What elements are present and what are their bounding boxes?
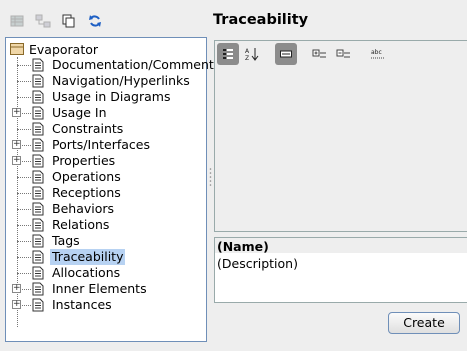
tree-item-label: Receptions	[52, 185, 121, 200]
copy-icon[interactable]	[58, 10, 80, 32]
tree-item[interactable]: + Properties	[6, 153, 206, 169]
panel-title: Traceability	[213, 12, 309, 28]
document-icon	[32, 170, 44, 184]
expand-toggle[interactable]: +	[12, 300, 21, 309]
collapse-all-icon[interactable]	[333, 43, 355, 65]
tree-item[interactable]: Documentation/Comments	[6, 57, 220, 73]
tree-item-label: Constraints	[52, 121, 124, 136]
tree-item-label: Ports/Interfaces	[52, 137, 150, 152]
tree-connector	[17, 273, 31, 274]
tree-root[interactable]: Evaporator	[10, 41, 98, 57]
tree-root-label: Evaporator	[29, 41, 99, 57]
expand-toggle[interactable]: +	[12, 156, 21, 165]
svg-text:abc: abc	[371, 49, 382, 56]
tree-connector	[17, 257, 31, 258]
tree-item-label: Properties	[52, 153, 116, 168]
document-icon	[32, 122, 44, 136]
show-description-icon[interactable]	[275, 43, 297, 65]
document-icon	[32, 250, 44, 264]
tree-item[interactable]: + Inner Elements	[6, 281, 206, 297]
tree-connector	[17, 81, 31, 82]
tree-item-label: Instances	[52, 297, 112, 312]
tree-connector	[17, 65, 31, 66]
splitter-handle[interactable]	[209, 167, 212, 187]
refresh-icon[interactable]	[84, 10, 106, 32]
tree-connector	[17, 97, 31, 98]
tree-connector	[17, 193, 31, 194]
property-toolbar: AZ abc	[217, 43, 389, 65]
document-icon	[32, 90, 44, 104]
element-tree[interactable]: Evaporator Documentation/Comments Navigat…	[5, 37, 220, 342]
document-icon	[32, 154, 44, 168]
tree-connector	[17, 225, 31, 226]
tree-connector	[17, 177, 31, 178]
tree-item[interactable]: + Instances	[6, 297, 206, 313]
document-icon	[32, 138, 44, 152]
document-icon	[32, 298, 44, 312]
document-icon	[32, 74, 44, 88]
properties-icon[interactable]	[6, 10, 28, 32]
expand-all-icon[interactable]	[309, 43, 331, 65]
description-text: (Description)	[217, 256, 298, 271]
tree-item[interactable]: Constraints	[6, 121, 206, 137]
document-icon	[32, 186, 44, 200]
tree-item-label: Behaviors	[52, 201, 115, 216]
tree-item-label: Relations	[52, 217, 110, 232]
document-icon	[32, 218, 44, 232]
tree-item-label: Allocations	[52, 265, 121, 280]
tree-item[interactable]: + Usage In	[6, 105, 206, 121]
sort-alphabetical-icon[interactable]: AZ	[241, 43, 263, 65]
tree-item-label: Navigation/Hyperlinks	[52, 73, 190, 88]
tree-item[interactable]: Allocations	[6, 265, 206, 281]
document-icon	[32, 266, 44, 280]
spelling-icon[interactable]: abc	[367, 43, 389, 65]
hierarchy-icon[interactable]	[32, 10, 54, 32]
tree-item[interactable]: Operations	[6, 169, 206, 185]
tree-connector	[17, 209, 31, 210]
create-button[interactable]: Create	[388, 312, 460, 334]
tree-item-label: Inner Elements	[52, 281, 147, 296]
tree-item[interactable]: + Ports/Interfaces	[6, 137, 206, 153]
document-icon	[32, 234, 44, 248]
tree-item-label: Operations	[52, 169, 121, 184]
expand-toggle[interactable]: +	[12, 284, 21, 293]
tree-item-label: Documentation/Comments	[52, 57, 221, 72]
tree-toolbar	[6, 10, 106, 32]
tree-item[interactable]: Behaviors	[6, 201, 206, 217]
tree-item-label: Tags	[52, 233, 80, 248]
expand-toggle[interactable]: +	[12, 108, 21, 117]
tree-item-label: Usage In	[52, 105, 107, 120]
tree-item[interactable]: Receptions	[6, 185, 206, 201]
document-icon	[32, 58, 44, 72]
document-icon	[32, 202, 44, 216]
property-table[interactable]: AZ abc	[214, 40, 467, 232]
tree-item[interactable]: Relations	[6, 217, 206, 233]
description-panel: (Name) (Description)	[214, 237, 467, 303]
document-icon	[32, 106, 44, 120]
categorized-view-icon[interactable]	[217, 43, 239, 65]
document-icon	[32, 282, 44, 296]
tree-item[interactable]: Tags	[6, 233, 206, 249]
tree-item[interactable]: Usage in Diagrams	[6, 89, 206, 105]
svg-text:Z: Z	[245, 55, 249, 61]
expand-toggle[interactable]: +	[12, 140, 21, 149]
block-icon	[10, 43, 24, 55]
tree-item-label: Usage in Diagrams	[52, 89, 171, 104]
svg-text:A: A	[245, 48, 250, 55]
tree-connector	[17, 241, 31, 242]
tree-item[interactable]: Navigation/Hyperlinks	[6, 73, 206, 89]
tree-item-label: Traceability	[50, 249, 126, 265]
description-name: (Name)	[215, 238, 467, 254]
tree-item[interactable]: Traceability	[6, 249, 206, 265]
tree-connector	[17, 129, 31, 130]
